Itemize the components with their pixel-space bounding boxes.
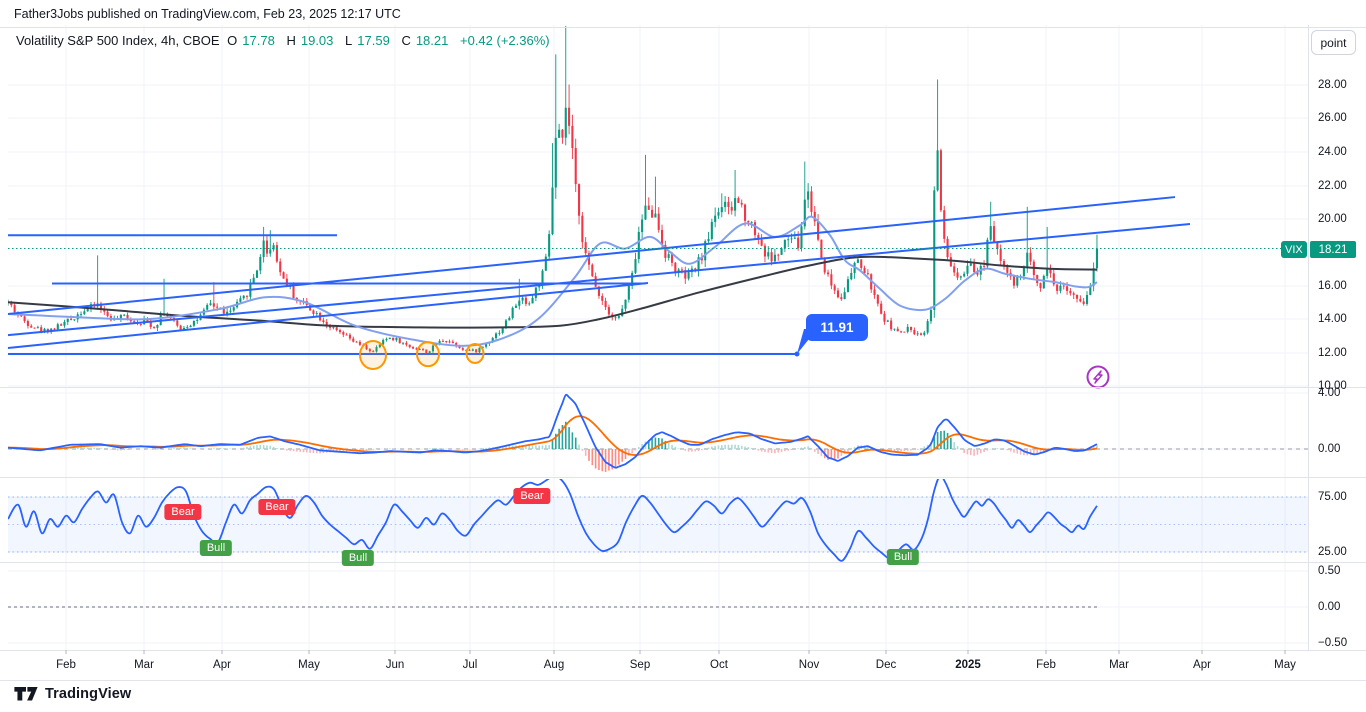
time-axis-label: Feb <box>1036 659 1056 671</box>
indicator-axis-label: 0.00 <box>1318 443 1341 455</box>
time-axis-label: May <box>1274 659 1296 671</box>
price-axis-label: 20.00 <box>1318 213 1347 225</box>
ohlc-open: O 17.78 <box>227 33 275 48</box>
tradingview-logo-icon[interactable] <box>13 684 39 704</box>
publish-header: Father3Jobs published on TradingView.com… <box>14 7 401 21</box>
price-axis-label: 16.00 <box>1318 280 1347 292</box>
macd-pane <box>8 393 1308 472</box>
time-axis-label: Apr <box>1193 659 1211 671</box>
indicator-axis-label: 4.00 <box>1318 387 1341 399</box>
grid <box>8 25 1308 650</box>
time-axis-label: 2025 <box>955 659 981 671</box>
price-callout-label[interactable]: 11.91 <box>806 314 868 341</box>
highlight-circle[interactable] <box>465 343 485 365</box>
indicator-axis-label: 0.00 <box>1318 601 1341 613</box>
symbol-legend[interactable]: Volatility S&P 500 Index, 4h, CBOE O 17.7… <box>16 33 554 48</box>
time-axis-label: Nov <box>798 659 820 671</box>
axis-unit-button[interactable]: point <box>1311 30 1356 55</box>
time-axis-label: May <box>298 659 320 671</box>
time-axis-label: Oct <box>710 659 728 671</box>
drawings[interactable] <box>7 196 1191 357</box>
chart-canvas[interactable] <box>0 0 1366 712</box>
tradingview-published-chart: Father3Jobs published on TradingView.com… <box>0 0 1366 712</box>
footer: TradingView <box>13 684 131 704</box>
bear-signal-label[interactable]: Bear <box>513 488 551 504</box>
highlight-circle[interactable] <box>359 340 387 371</box>
last-price-value-badge: 18.21 <box>1310 241 1356 258</box>
time-axis-label: Dec <box>875 659 897 671</box>
ohlc-high: H 19.03 <box>286 33 334 48</box>
bull-signal-label[interactable]: Bull <box>886 549 920 565</box>
indicator-axis-label: 0.50 <box>1318 565 1341 577</box>
price-axis-label: 28.00 <box>1318 79 1347 91</box>
ohlc-low: L 17.59 <box>345 33 390 48</box>
price-axis-label: 12.00 <box>1318 347 1347 359</box>
price-axis-label: 14.00 <box>1318 313 1347 325</box>
ohlc-close: C 18.21 <box>401 33 449 48</box>
bear-signal-label[interactable]: Bear <box>258 499 296 515</box>
time-axis-label: Mar <box>134 659 154 671</box>
price-axis-label: 26.00 <box>1318 112 1347 124</box>
indicator-axis-label: 25.00 <box>1318 546 1347 558</box>
bull-signal-label[interactable]: Bull <box>199 540 233 556</box>
price-axis-label: 22.00 <box>1318 180 1347 192</box>
last-price-symbol-badge: VIX <box>1281 241 1307 258</box>
brand-name[interactable]: TradingView <box>45 686 131 702</box>
time-axis-label: Aug <box>543 659 565 671</box>
time-axis-label: Jul <box>462 659 478 671</box>
bear-signal-label[interactable]: Bear <box>164 504 202 520</box>
highlight-circle[interactable] <box>416 341 440 368</box>
bull-signal-label[interactable]: Bull <box>341 550 375 566</box>
change-value: +0.42 (+2.36%) <box>460 33 550 48</box>
time-axis-label: Sep <box>629 659 651 671</box>
time-axis-label: Feb <box>56 659 76 671</box>
indicator-axis-label: 75.00 <box>1318 491 1347 503</box>
symbol-title: Volatility S&P 500 Index, 4h, CBOE <box>16 33 220 48</box>
time-axis-label: Mar <box>1109 659 1129 671</box>
indicator-axis-label: −0.50 <box>1318 637 1348 649</box>
price-axis-label: 24.00 <box>1318 146 1347 158</box>
time-axis-label: Apr <box>213 659 231 671</box>
bolt-icon[interactable] <box>1086 365 1110 389</box>
time-axis-label: Jun <box>385 659 405 671</box>
